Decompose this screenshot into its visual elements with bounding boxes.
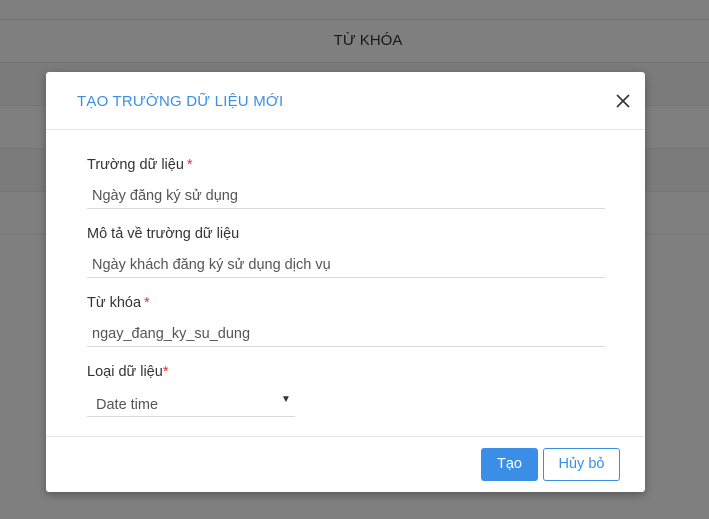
close-icon-glyph [616, 94, 630, 108]
field-name-label: Trường dữ liệu * [87, 157, 193, 173]
modal-title: TẠO TRƯỜNG DỮ LIỆU MỚI [77, 93, 284, 110]
field-name-label-text: Trường dữ liệu [87, 157, 184, 173]
description-label-text: Mô tả về trường dữ liệu [87, 226, 240, 242]
cancel-button[interactable]: Hủy bỏ [543, 448, 620, 481]
data-type-selected-value: Date time [96, 397, 159, 413]
keyword-input[interactable] [87, 321, 605, 347]
data-type-label: Loại dữ liệu* [87, 364, 168, 380]
field-name-input[interactable] [87, 183, 605, 209]
data-type-select[interactable]: Date time ▼ [87, 390, 295, 417]
keyword-label: Từ khóa * [87, 295, 150, 311]
required-mark: * [144, 295, 150, 311]
required-mark: * [162, 364, 169, 380]
description-input[interactable] [87, 252, 605, 278]
create-field-modal: TẠO TRƯỜNG DỮ LIỆU MỚI Trường dữ liệu* M… [46, 72, 645, 492]
chevron-down-icon: ▼ [281, 394, 291, 405]
data-type-label-text: Loại dữ liệu [87, 364, 163, 380]
modal-footer: Tạo Hủy bỏ [46, 436, 645, 493]
required-mark: * [186, 157, 193, 173]
keyword-label-text: Từ khóa [87, 295, 142, 311]
description-label: Mô tả về trường dữ liệu [87, 226, 239, 242]
close-icon[interactable] [612, 90, 634, 112]
create-button[interactable]: Tạo [481, 448, 538, 481]
modal-header: TẠO TRƯỜNG DỮ LIỆU MỚI [46, 72, 645, 130]
